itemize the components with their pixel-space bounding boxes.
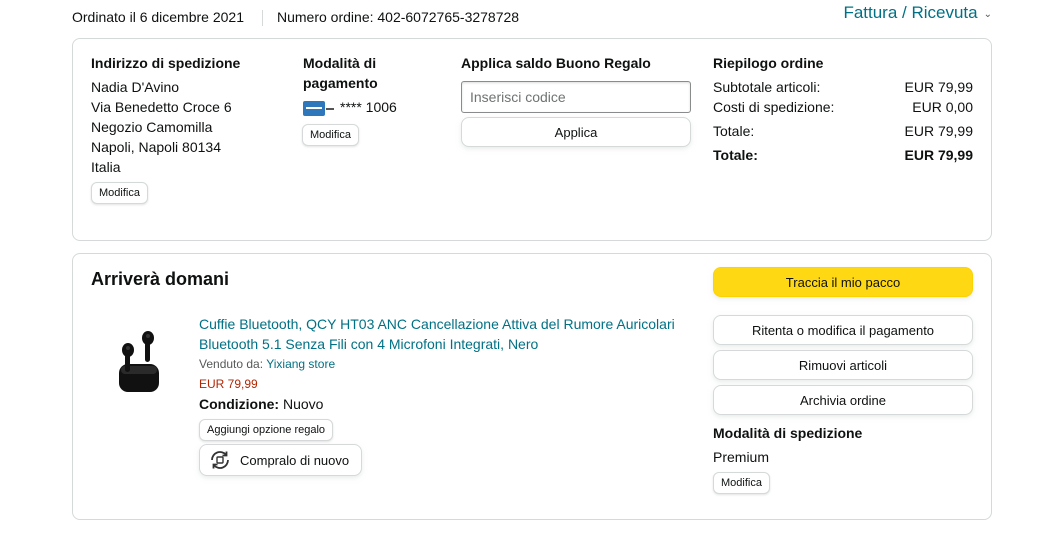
summary-label: Totale: <box>713 123 755 139</box>
summary-row-shipping: Costi di spedizione: EUR 0,00 <box>713 97 973 117</box>
summary-value: EUR 79,99 <box>904 123 973 139</box>
seller-info: Venduto da: Yixiang store <box>199 357 335 371</box>
invoice-dropdown[interactable]: Fattura / Ricevuta ⌄ <box>843 3 992 23</box>
summary-value: EUR 79,99 <box>904 79 973 95</box>
address-line: Via Benedetto Croce 6 <box>91 99 232 115</box>
summary-row-total: Totale: EUR 79,99 <box>713 121 973 141</box>
address-line: Nadia D'Avino <box>91 79 180 95</box>
summary-label: Costi di spedizione: <box>713 99 835 115</box>
shipment-box: Arriverà domani Cuffie Bluetooth, QCY HT… <box>72 253 992 520</box>
payment-title-line2: pagamento <box>303 75 378 91</box>
track-package-button[interactable]: Traccia il mio pacco <box>713 267 973 297</box>
card-stripe-icon <box>326 108 334 110</box>
retry-payment-button[interactable]: Ritenta o modifica il pagamento <box>713 315 973 345</box>
address-line: Italia <box>91 159 121 175</box>
seller-link[interactable]: Yixiang store <box>266 357 335 371</box>
chevron-down-icon: ⌄ <box>983 8 992 20</box>
edit-payment-button[interactable]: Modifica <box>302 124 359 146</box>
address-line: Napoli, Napoli 80134 <box>91 139 221 155</box>
add-gift-option-button[interactable]: Aggiungi opzione regalo <box>199 419 334 441</box>
edit-shipping-mode-button[interactable]: Modifica <box>713 472 770 494</box>
apply-gift-button[interactable]: Applica <box>461 117 691 147</box>
payment-title-line1: Modalità di <box>303 55 377 71</box>
order-number: Numero ordine: 402-6072765-3278728 <box>277 9 520 25</box>
summary-row-subtotal: Subtotale articoli: EUR 79,99 <box>713 77 973 97</box>
delivery-status: Arriverà domani <box>91 269 230 289</box>
shipping-mode-title: Modalità di spedizione <box>713 425 863 441</box>
order-summary-title: Riepilogo ordine <box>713 55 824 71</box>
condition-value: Nuovo <box>283 396 324 412</box>
product-title-link[interactable]: Cuffie Bluetooth, QCY HT03 ANC Cancellaz… <box>199 314 699 354</box>
gift-card-title: Applica saldo Buono Regalo <box>461 55 651 71</box>
edit-address-button[interactable]: Modifica <box>91 182 148 204</box>
buy-again-button[interactable]: Compralo di nuovo <box>199 444 363 476</box>
summary-value: EUR 79,99 <box>904 147 973 163</box>
card-number: **** 1006 <box>340 99 397 115</box>
buy-again-icon <box>211 451 229 469</box>
shipping-mode-value: Premium <box>713 449 770 465</box>
summary-label: Totale: <box>713 147 758 163</box>
product-price: EUR 79,99 <box>199 377 258 391</box>
order-header: Ordinato il 6 dicembre 2021 Numero ordin… <box>72 3 992 28</box>
shipping-address-title: Indirizzo di spedizione <box>91 55 241 71</box>
condition-label: Condizione: <box>199 396 280 412</box>
order-date: Ordinato il 6 dicembre 2021 <box>72 9 244 25</box>
sold-by-label: Venduto da: <box>199 357 264 371</box>
amex-card-icon <box>303 101 325 116</box>
remove-items-button[interactable]: Rimuovi articoli <box>713 350 973 380</box>
archive-order-button[interactable]: Archivia ordine <box>713 385 973 415</box>
invoice-link[interactable]: Fattura / Ricevuta <box>843 3 977 23</box>
header-divider <box>262 10 263 26</box>
order-details-box: Indirizzo di spedizione Nadia D'Avino Vi… <box>72 38 992 241</box>
buy-again-label: Compralo di nuovo <box>240 452 350 468</box>
product-condition: Condizione: Nuovo <box>199 396 323 412</box>
summary-row-grand-total: Totale: EUR 79,99 <box>713 145 973 165</box>
summary-label: Subtotale articoli: <box>713 79 821 95</box>
gift-code-input[interactable] <box>461 81 691 113</box>
product-image[interactable] <box>113 320 169 400</box>
summary-value: EUR 0,00 <box>912 99 973 115</box>
address-line: Negozio Camomilla <box>91 119 213 135</box>
